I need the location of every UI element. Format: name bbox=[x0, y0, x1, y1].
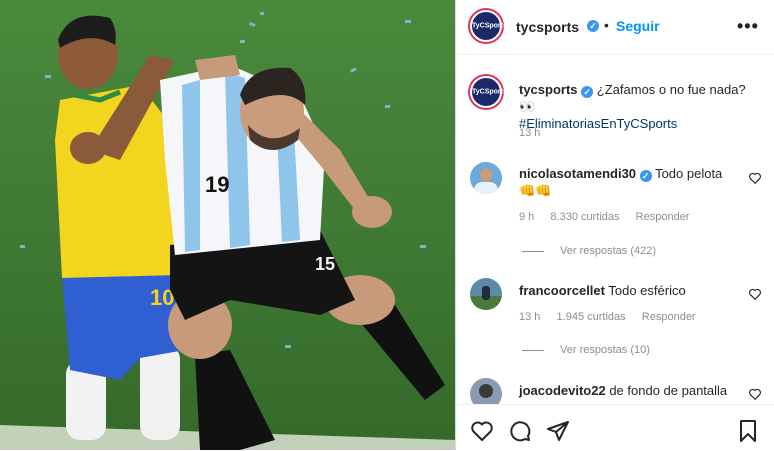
comment-username[interactable]: francoorcellet bbox=[519, 283, 605, 298]
heart-icon[interactable] bbox=[470, 419, 494, 443]
caption-avatar[interactable]: TyCSports bbox=[470, 76, 507, 108]
verified-icon: ✓ bbox=[587, 20, 599, 32]
commenter-avatar[interactable] bbox=[470, 162, 502, 194]
commenter-avatar[interactable] bbox=[470, 278, 502, 310]
heart-icon[interactable] bbox=[748, 287, 762, 301]
replies-divider bbox=[522, 350, 544, 351]
comment-likes[interactable]: 1.945 curtidas bbox=[557, 311, 626, 323]
verified-icon: ✓ bbox=[581, 86, 594, 98]
post-side-panel: TyCSports tycsports ✓ • Seguir ••• TyCSp… bbox=[455, 0, 774, 451]
comment-username[interactable]: joacodevito22 bbox=[519, 383, 606, 398]
post-header: TyCSports tycsports ✓ • Seguir ••• bbox=[456, 0, 774, 55]
football-photo: 10 19 15 bbox=[0, 0, 455, 450]
comment-icon[interactable] bbox=[508, 419, 532, 443]
heart-icon[interactable] bbox=[748, 387, 762, 401]
action-bar bbox=[456, 404, 774, 451]
comment-text: Todo esférico bbox=[608, 283, 686, 298]
separator-dot: • bbox=[604, 17, 609, 33]
comment-meta: 9 h 8.330 curtidas Responder bbox=[519, 211, 689, 223]
svg-text:15: 15 bbox=[315, 254, 335, 274]
comment-emoji: 👊👊 bbox=[519, 183, 552, 198]
comment-username[interactable]: nicolasotamendi30 bbox=[519, 166, 636, 181]
comment: nicolasotamendi30 ✓ Todo pelota 👊👊 bbox=[519, 165, 744, 199]
comment-time[interactable]: 13 h bbox=[519, 311, 540, 323]
caption-time[interactable]: 13 h bbox=[519, 127, 540, 139]
replies-divider bbox=[522, 251, 544, 252]
account-username[interactable]: tycsports bbox=[516, 19, 579, 35]
view-replies-button[interactable]: Ver respostas (10) bbox=[560, 344, 650, 356]
reply-button[interactable]: Responder bbox=[642, 311, 696, 323]
avatar-logo-text: TyCSports bbox=[472, 22, 507, 30]
comment-meta: 13 h 1.945 curtidas Responder bbox=[519, 311, 696, 323]
comment-time[interactable]: 9 h bbox=[519, 211, 534, 223]
comment: joacodevito22 de fondo de pantalla bbox=[519, 382, 744, 399]
more-icon[interactable]: ••• bbox=[737, 16, 759, 37]
account-avatar[interactable]: TyCSports bbox=[470, 10, 507, 42]
follow-button[interactable]: Seguir bbox=[616, 18, 660, 34]
bookmark-icon[interactable] bbox=[736, 419, 760, 443]
comment-text: Todo pelota bbox=[655, 166, 723, 181]
post-photo[interactable]: 10 19 15 bbox=[0, 0, 455, 450]
share-icon[interactable] bbox=[546, 419, 570, 443]
comment-likes[interactable]: 8.330 curtidas bbox=[550, 211, 619, 223]
caption: tycsports ✓ ¿Zafamos o no fue nada? 👀 #E… bbox=[519, 81, 764, 132]
caption-hashtag[interactable]: #EliminatoriasEnTyCSports bbox=[519, 116, 677, 131]
comment-text: de fondo de pantalla bbox=[609, 383, 728, 398]
avatar-logo-text: TyCSports bbox=[472, 88, 507, 96]
verified-icon: ✓ bbox=[639, 170, 652, 182]
reply-button[interactable]: Responder bbox=[636, 211, 690, 223]
caption-username[interactable]: tycsports bbox=[519, 82, 578, 97]
heart-icon[interactable] bbox=[748, 171, 762, 185]
svg-text:19: 19 bbox=[205, 172, 229, 197]
comment: francoorcellet Todo esférico bbox=[519, 282, 744, 299]
view-replies-button[interactable]: Ver respostas (422) bbox=[560, 245, 656, 257]
